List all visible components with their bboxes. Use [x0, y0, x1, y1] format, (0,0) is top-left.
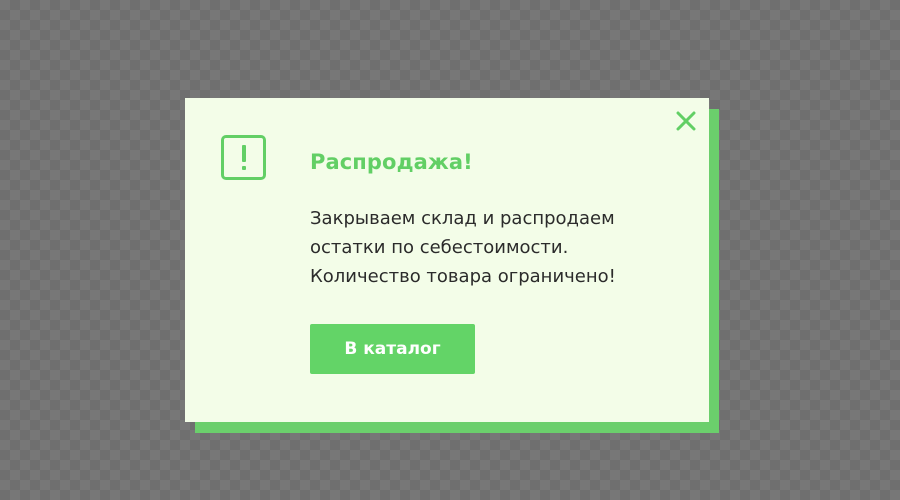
- sale-modal: Распродажа! Закрываем склад и распродаем…: [185, 98, 709, 422]
- close-icon: [676, 111, 696, 131]
- modal-title: Распродажа!: [310, 150, 473, 174]
- catalog-button[interactable]: В каталог: [310, 324, 475, 374]
- exclamation-icon: [221, 135, 266, 180]
- modal-message: Закрываем склад и распродаем остатки по …: [310, 204, 695, 291]
- message-line: Количество товара ограничено!: [310, 266, 616, 287]
- message-line: Закрываем склад и распродаем: [310, 208, 615, 229]
- close-button[interactable]: [673, 108, 699, 134]
- message-line: остатки по себестоимости.: [310, 237, 569, 258]
